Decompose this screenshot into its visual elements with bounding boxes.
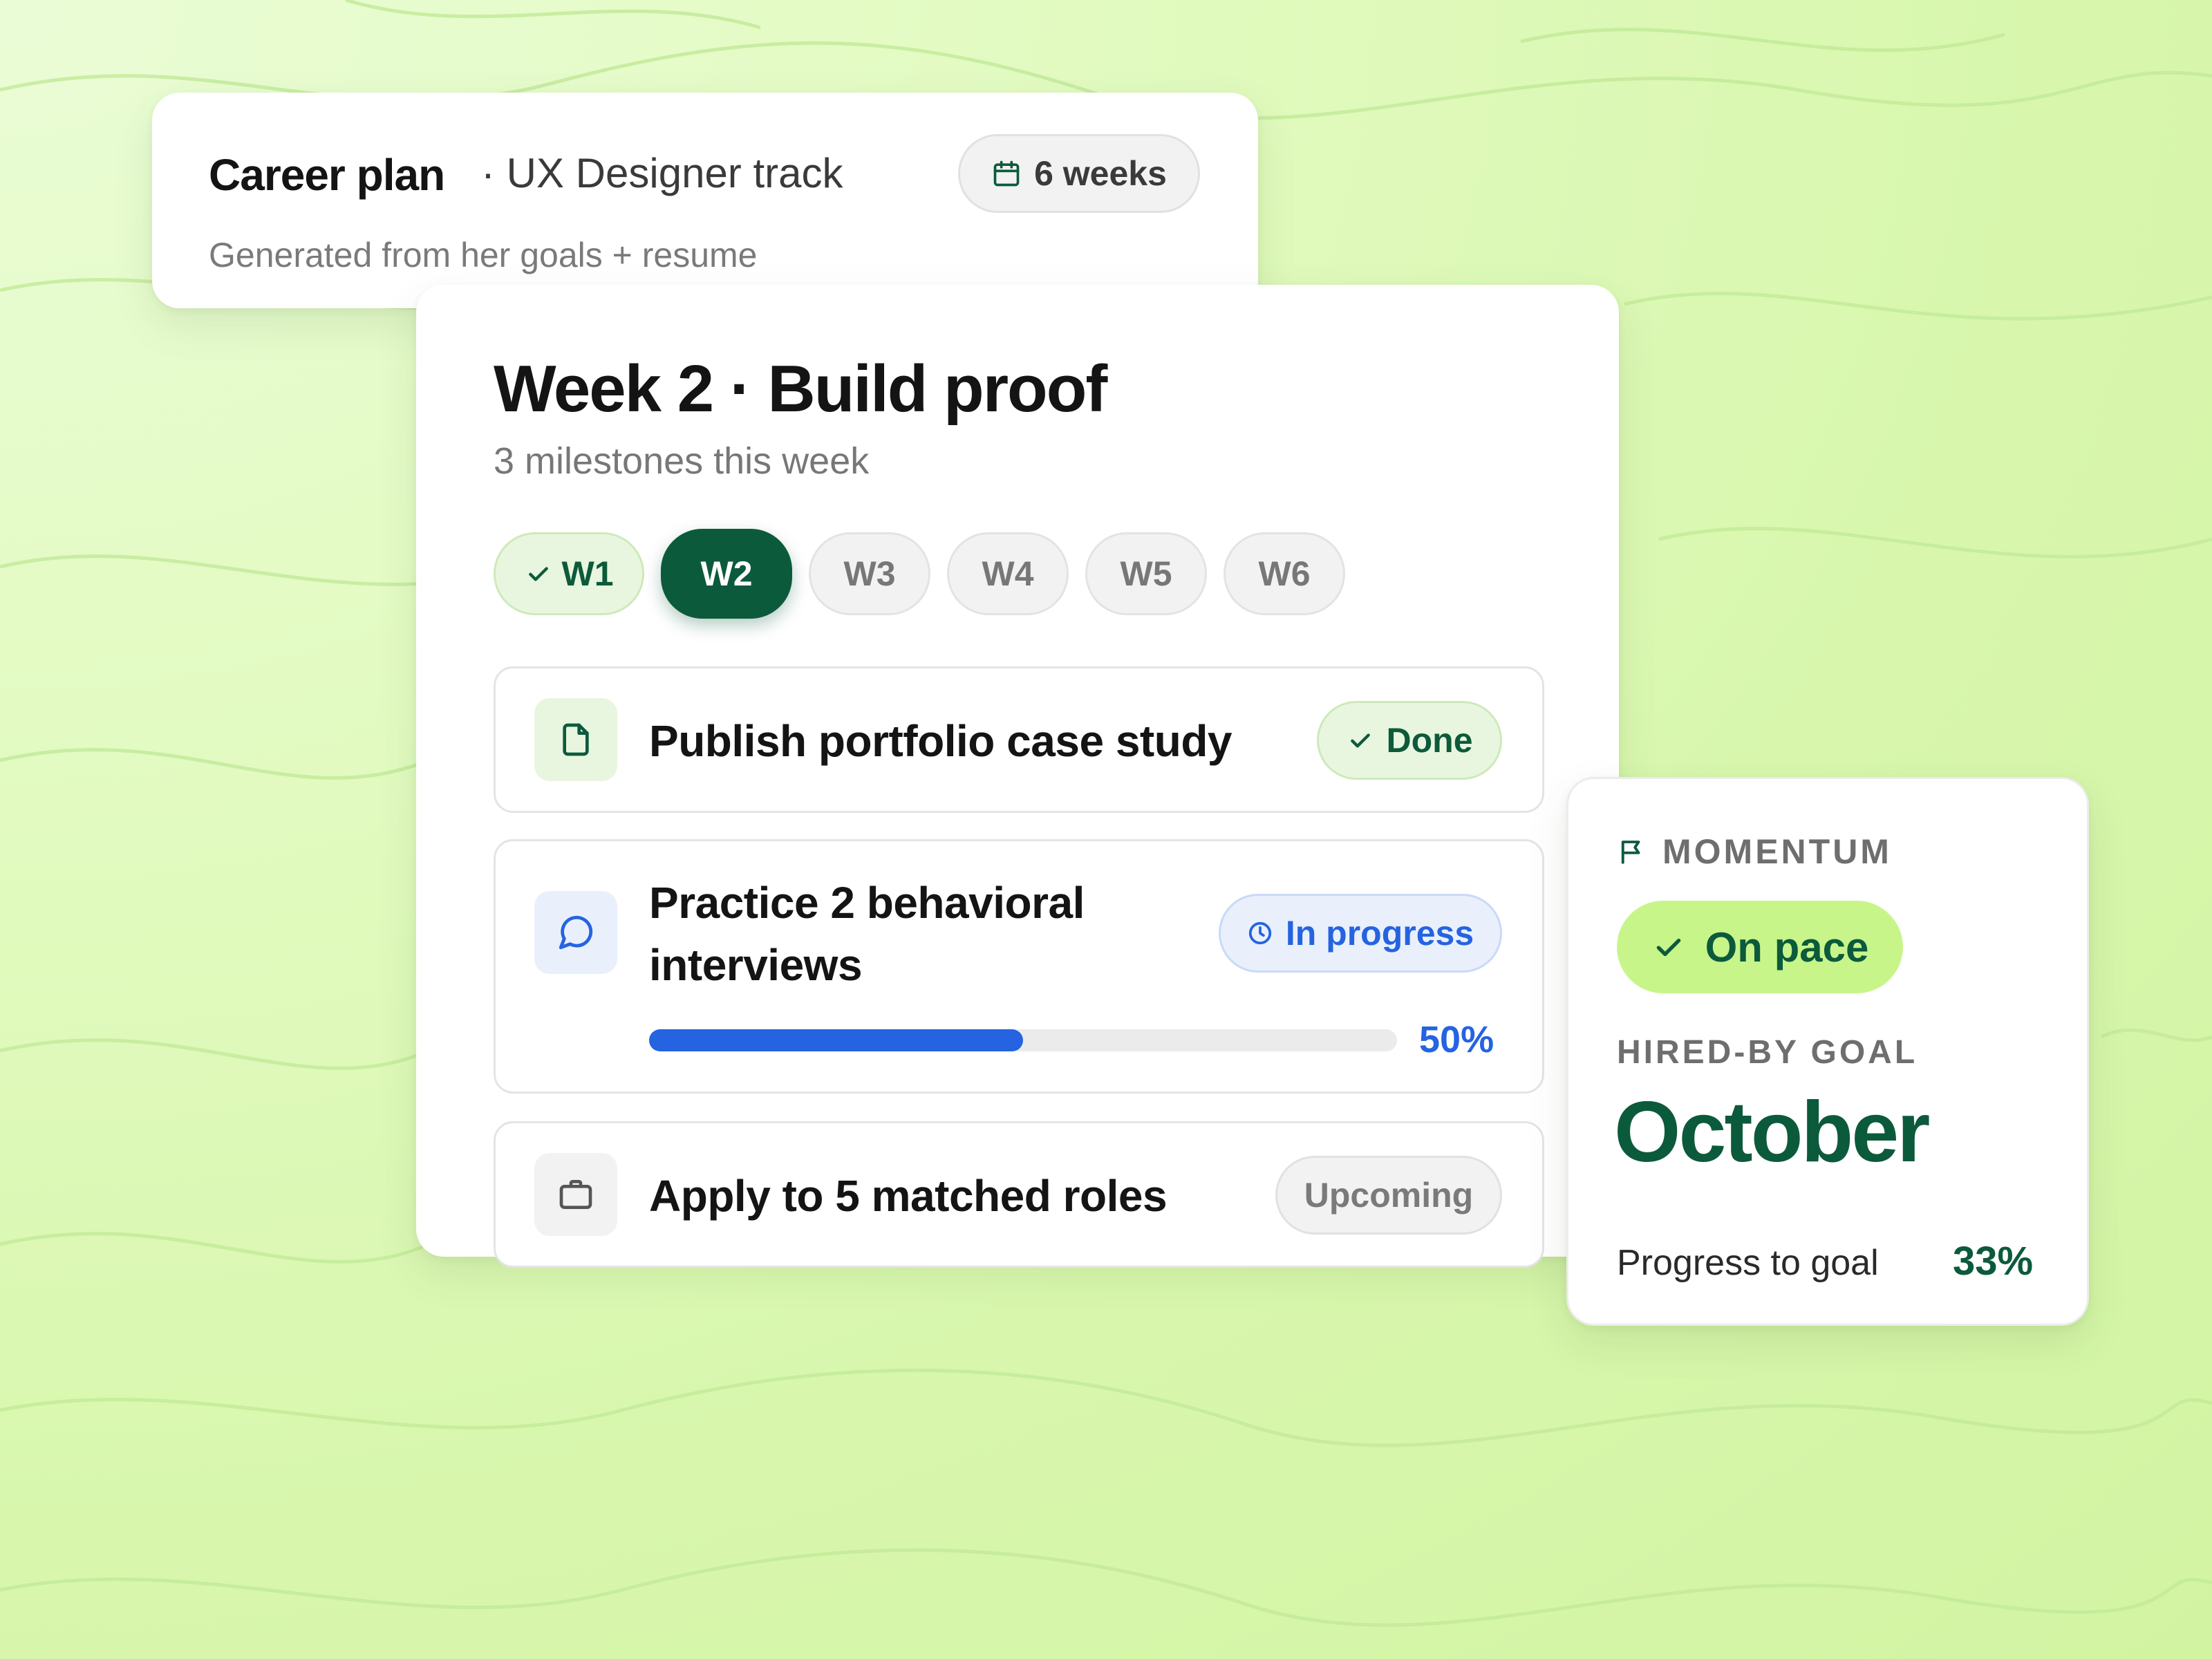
milestone-item-apply[interactable]: Apply to 5 matched roles Upcoming	[494, 1121, 1544, 1268]
milestone-progress-percent: 50%	[1419, 1019, 1494, 1060]
week-subtitle: 3 milestones this week	[494, 440, 870, 482]
tab-label: W4	[982, 554, 1034, 593]
on-pace-badge: On pace	[1617, 901, 1903, 993]
milestone-icon-tile	[534, 1153, 617, 1236]
tab-week-5[interactable]: W5	[1085, 532, 1207, 615]
duration-badge: 6 weeks	[958, 134, 1200, 213]
progress-to-goal-value: 33%	[1953, 1239, 2034, 1284]
tab-label: W5	[1120, 554, 1172, 593]
status-badge-done: Done	[1317, 701, 1502, 780]
status-badge-upcoming: Upcoming	[1275, 1156, 1502, 1235]
briefcase-icon	[559, 1180, 592, 1209]
tab-week-3[interactable]: W3	[809, 532, 930, 615]
milestone-progress-bar	[649, 1029, 1397, 1051]
tab-week-4[interactable]: W4	[947, 532, 1069, 615]
tab-week-2[interactable]: W2	[661, 529, 792, 619]
career-plan-subtitle: Generated from her goals + resume	[209, 236, 758, 274]
status-badge-in-progress: In progress	[1219, 894, 1502, 973]
check-icon	[1656, 938, 1680, 957]
on-pace-label: On pace	[1705, 924, 1869, 971]
tab-label: W6	[1258, 554, 1311, 593]
status-label: Upcoming	[1304, 1176, 1474, 1215]
week-card: Week 2 · Build proof 3 milestones this w…	[416, 285, 1619, 1268]
career-plan-card: Career plan · UX Designer track Generate…	[152, 93, 1258, 308]
milestone-title: Apply to 5 matched roles	[649, 1171, 1168, 1221]
duration-label: 6 weeks	[1034, 154, 1167, 193]
flag-icon	[1621, 841, 1640, 864]
tab-label: W2	[700, 554, 753, 593]
check-icon	[528, 567, 548, 581]
clock-icon	[1248, 921, 1271, 945]
tab-week-6[interactable]: W6	[1224, 532, 1345, 615]
week-tabs: W1 W2 W3 W4 W5 W6	[494, 529, 1345, 619]
check-icon	[1350, 733, 1370, 748]
milestone-item-interviews[interactable]: Practice 2 behavioral interviews In prog…	[494, 839, 1544, 1094]
status-label: Done	[1386, 721, 1473, 760]
milestone-title: Publish portfolio case study	[649, 716, 1232, 766]
career-plan-title: Career plan	[209, 150, 445, 200]
momentum-label: MOMENTUM	[1662, 832, 1892, 871]
career-track-label: · UX Designer track	[481, 150, 843, 196]
week-title: Week 2 · Build proof	[494, 352, 1107, 426]
tab-week-1[interactable]: W1	[494, 532, 644, 615]
chat-bubble-icon	[559, 915, 593, 950]
milestone-icon-tile	[534, 698, 617, 781]
milestone-title: Practice 2 behavioral interviews	[649, 878, 1085, 990]
hired-by-goal-value: October	[1614, 1085, 1930, 1180]
progress-to-goal-label: Progress to goal	[1617, 1243, 1879, 1283]
tab-label: W1	[561, 554, 614, 593]
momentum-header: MOMENTUM	[1617, 832, 1892, 872]
momentum-card: MOMENTUM On pace HIRED-BY GOAL October P…	[1566, 777, 2089, 1326]
hired-by-goal-label: HIRED-BY GOAL	[1617, 1034, 1918, 1071]
milestone-icon-tile	[534, 891, 617, 974]
milestone-item-portfolio[interactable]: Publish portfolio case study Done	[494, 666, 1544, 813]
milestone-progress-fill	[649, 1029, 1023, 1051]
status-label: In progress	[1285, 914, 1474, 953]
document-icon	[563, 723, 589, 756]
calendar-icon	[993, 160, 1020, 187]
tab-label: W3	[843, 554, 896, 593]
